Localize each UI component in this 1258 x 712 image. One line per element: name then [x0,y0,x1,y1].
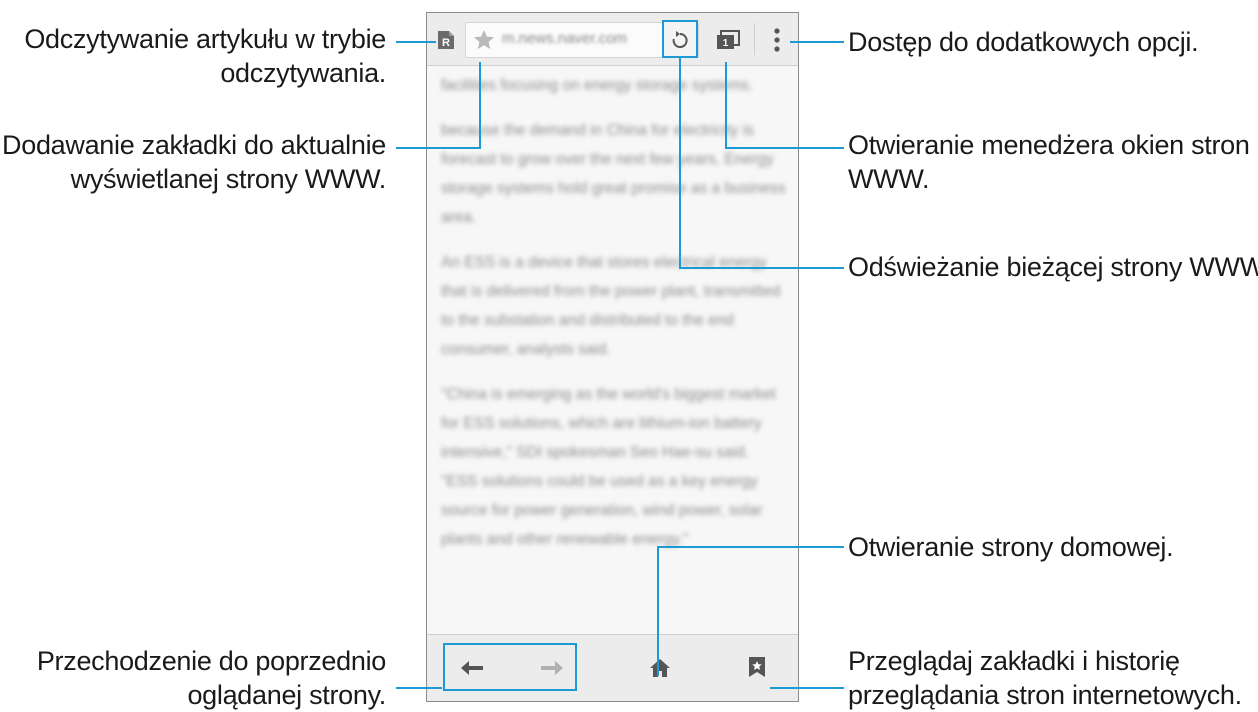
callout-back: Przechodzenie do poprzednio oglądanej st… [37,644,386,712]
article-paragraph: because the demand in China for electric… [441,122,786,226]
callout-add-bookmark-line-2: wyświetlanej strony WWW. [70,164,387,194]
refresh-icon [672,31,688,48]
forward-arrow-icon[interactable] [539,658,565,678]
article-paragraph: An ESS is a device that stores electrica… [441,254,781,358]
reader-badge: R [442,37,450,49]
callout-more-options: Dostęp do dodatkowych opcji. [848,25,1199,59]
url-text: m.news.naver.com [502,30,628,47]
callout-window-manager-line-2: WWW. [848,164,930,194]
callout-window-manager-line-1: Otwieranie menedżera okien stron [848,130,1250,160]
article-paragraph: "China is emerging as the world's bigges… [441,386,776,548]
home-icon[interactable] [649,657,671,679]
callout-home-line-1: Otwieranie strony domowej. [848,532,1174,562]
callout-add-bookmark: Dodawanie zakładki do aktualnie wyświetl… [2,128,386,196]
callout-back-line-1: Przechodzenie do poprzednio [36,646,386,676]
callout-refresh: Odświeżanie bieżącej strony WWW. [848,250,1258,284]
callout-reader-mode-line-1: Odczytywanie artykułu w trybie [24,24,386,54]
callout-add-bookmark-line-1: Dodawanie zakładki do aktualnie [2,130,386,160]
back-forward-group [443,643,577,691]
window-manager-icon[interactable]: 1 [715,28,741,52]
callout-reader-mode: Odczytywanie artykułu w trybie odczytywa… [24,22,386,90]
callout-bookmarks-history: Przeglądaj zakładki i historię przegląda… [848,644,1242,712]
browser-screen: R m.news.naver.com 1 facilities focusing… [426,12,799,702]
article-paragraph: facilities focusing on energy storage sy… [441,77,753,94]
refresh-button[interactable] [662,20,698,58]
star-icon[interactable] [472,28,496,52]
tab-count: 1 [723,38,729,49]
article-content: facilities focusing on energy storage sy… [441,71,788,570]
callout-back-line-2: oglądanej strony. [187,680,386,710]
back-arrow-icon[interactable] [459,658,485,678]
toolbar-divider [754,23,755,55]
callout-home: Otwieranie strony domowej. [848,530,1174,564]
callout-reader-mode-line-2: odczytywania. [220,58,386,88]
callout-refresh-line-1: Odświeżanie bieżącej strony WWW. [848,252,1258,282]
callout-more-options-line-1: Dostęp do dodatkowych opcji. [848,27,1199,57]
bottom-toolbar [427,634,798,701]
callout-bookmarks-history-line-2: przeglądania stron internetowych. [848,680,1242,710]
bookmarks-icon[interactable] [747,655,767,679]
callout-bookmarks-history-line-1: Przeglądaj zakładki i historię [848,646,1180,676]
more-options-icon[interactable] [767,25,787,55]
callout-window-manager: Otwieranie menedżera okien stron WWW. [848,128,1250,196]
reader-mode-icon[interactable]: R [435,29,457,51]
address-bar: R m.news.naver.com 1 [427,13,798,66]
